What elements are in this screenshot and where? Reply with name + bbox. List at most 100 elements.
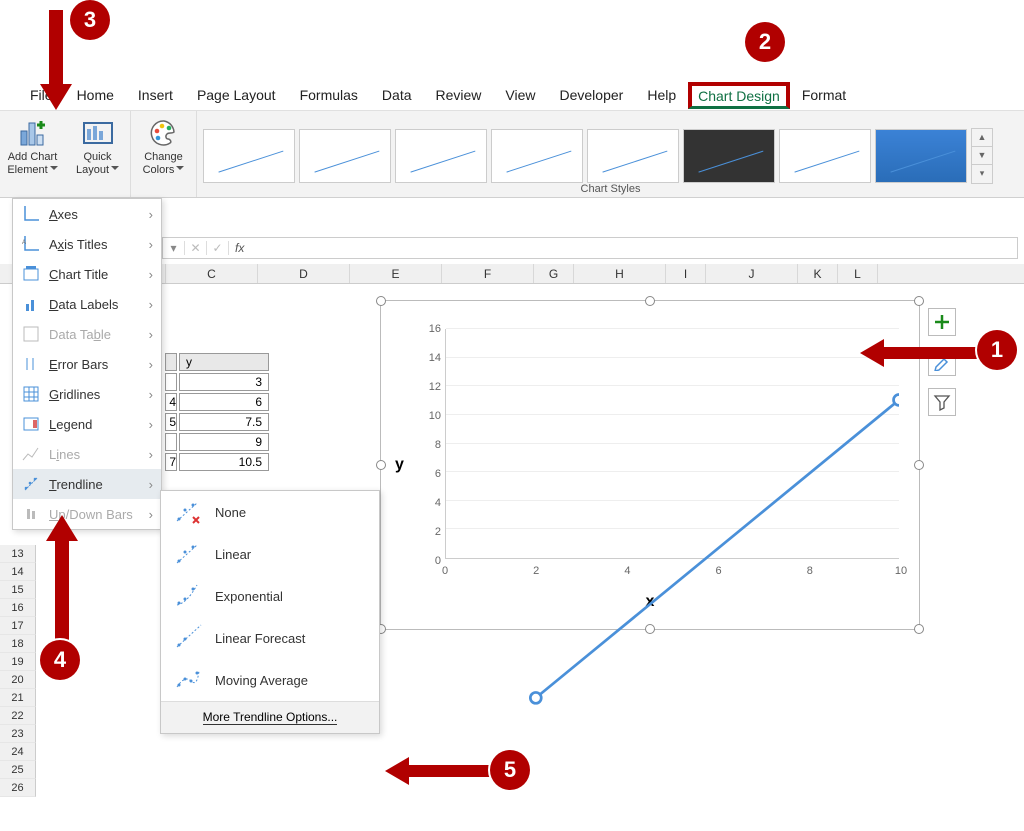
row-num[interactable]: 22 <box>0 707 36 725</box>
chart-style-3[interactable] <box>395 129 487 183</box>
chart-elements-button[interactable] <box>928 308 956 336</box>
row-num[interactable]: 20 <box>0 671 36 689</box>
tab-view[interactable]: View <box>493 81 547 109</box>
tab-help[interactable]: Help <box>635 81 688 109</box>
col-d[interactable]: D <box>258 264 350 283</box>
trendline-none-label: None <box>215 505 246 520</box>
table-cell[interactable]: 4 <box>165 393 177 411</box>
annotation-arrow-5 <box>385 753 495 789</box>
trendline-submenu: None Linear Exponential Linear Forecast … <box>160 490 380 734</box>
chart-style-2[interactable] <box>299 129 391 183</box>
col-k[interactable]: K <box>798 264 838 283</box>
menu-chart-title[interactable]: Chart Title› <box>13 259 161 289</box>
menu-legend[interactable]: Legend› <box>13 409 161 439</box>
trendline-linear-forecast[interactable]: Linear Forecast <box>161 617 379 659</box>
chart-series[interactable] <box>445 329 899 783</box>
row-num[interactable]: 18 <box>0 635 36 653</box>
col-h[interactable]: H <box>574 264 666 283</box>
data-labels-icon <box>21 294 41 314</box>
tab-page-layout[interactable]: Page Layout <box>185 81 288 109</box>
menu-lines: Lines› <box>13 439 161 469</box>
quick-layout-button[interactable]: QuickLayout <box>65 111 130 197</box>
trendline-linear[interactable]: Linear <box>161 533 379 575</box>
row-num[interactable]: 26 <box>0 779 36 797</box>
bar-chart-plus-icon <box>17 117 49 149</box>
fx-label: fx <box>229 241 250 255</box>
chart-styles-pager[interactable]: ▲▼▾ <box>971 128 993 184</box>
col-g[interactable]: G <box>534 264 574 283</box>
trendline-linear-icon <box>173 539 203 569</box>
tab-chart-design[interactable]: Chart Design <box>688 82 790 109</box>
col-l[interactable]: L <box>838 264 878 283</box>
row-num[interactable]: 14 <box>0 563 36 581</box>
menu-gridlines[interactable]: Gridlines› <box>13 379 161 409</box>
col-j[interactable]: J <box>706 264 798 283</box>
menu-axis-titles[interactable]: AAxis Titles› <box>13 229 161 259</box>
menu-axes[interactable]: Axes› <box>13 199 161 229</box>
menu-up-down-bars: Up/Down Bars› <box>13 499 161 529</box>
chart-filter-button[interactable] <box>928 388 956 416</box>
row-num[interactable]: 16 <box>0 599 36 617</box>
annotation-marker-1: 1 <box>977 330 1017 370</box>
chart-style-1[interactable] <box>203 129 295 183</box>
row-num[interactable]: 15 <box>0 581 36 599</box>
tab-review[interactable]: Review <box>424 81 494 109</box>
row-num[interactable]: 13 <box>0 545 36 563</box>
tab-format[interactable]: Format <box>790 81 858 109</box>
col-f[interactable]: F <box>442 264 534 283</box>
table-cell[interactable]: 3 <box>179 373 269 391</box>
row-num[interactable]: 23 <box>0 725 36 743</box>
row-num[interactable]: 19 <box>0 653 36 671</box>
row-num[interactable]: 24 <box>0 743 36 761</box>
table-cell[interactable]: 6 <box>179 393 269 411</box>
chart-styles-gallery[interactable]: ▲▼▾ Chart Styles <box>197 111 1024 197</box>
table-cell[interactable] <box>165 433 177 451</box>
col-e[interactable]: E <box>350 264 442 283</box>
tab-developer[interactable]: Developer <box>548 81 636 109</box>
table-header: y <box>179 353 269 371</box>
menu-data-labels[interactable]: Data Labels› <box>13 289 161 319</box>
tab-insert[interactable]: Insert <box>126 81 185 109</box>
row-num[interactable]: 25 <box>0 761 36 779</box>
chart-style-6[interactable] <box>683 129 775 183</box>
annotation-arrow-1 <box>860 335 980 371</box>
formula-accept-icon[interactable]: ✓ <box>207 241 229 255</box>
trendline-none[interactable]: None <box>161 491 379 533</box>
table-cell[interactable]: 7 <box>165 453 177 471</box>
more-trendline-options[interactable]: More Trendline Options... <box>161 701 379 733</box>
quick-layout-label: QuickLayout <box>76 151 119 177</box>
chart-title-icon <box>21 264 41 284</box>
tab-data[interactable]: Data <box>370 81 424 109</box>
add-chart-element-button[interactable]: Add ChartElement <box>0 111 65 197</box>
trendline-moving-average[interactable]: Moving Average <box>161 659 379 701</box>
embedded-chart[interactable]: y x 0 2 4 6 8 10 12 14 16 0 2 4 6 8 10 <box>380 300 920 630</box>
y-tick: 6 <box>435 468 441 480</box>
chart-style-5[interactable] <box>587 129 679 183</box>
tab-formulas[interactable]: Formulas <box>288 81 370 109</box>
trendline-linear-label: Linear <box>215 547 251 562</box>
menu-error-bars[interactable]: Error Bars› <box>13 349 161 379</box>
table-cell[interactable] <box>165 373 177 391</box>
formula-cancel-icon[interactable]: ✕ <box>185 241 207 255</box>
annotation-marker-4: 4 <box>40 640 80 680</box>
formula-bar[interactable]: ▾ ✕ ✓ fx <box>162 237 1018 259</box>
col-i[interactable]: I <box>666 264 706 283</box>
chart-style-7[interactable] <box>779 129 871 183</box>
trendline-exponential[interactable]: Exponential <box>161 575 379 617</box>
row-num[interactable]: 17 <box>0 617 36 635</box>
table-cell[interactable]: 5 <box>165 413 177 431</box>
trendline-moving-avg-label: Moving Average <box>215 673 308 688</box>
chart-style-4[interactable] <box>491 129 583 183</box>
formula-dropdown-icon[interactable]: ▾ <box>163 241 185 255</box>
change-colors-button[interactable]: ChangeColors <box>131 111 196 197</box>
menu-trendline[interactable]: Trendline› <box>13 469 161 499</box>
table-cell[interactable]: 7.5 <box>179 413 269 431</box>
data-table[interactable]: y 3 46 57.5 9 710.5 <box>163 351 271 473</box>
col-c[interactable]: C <box>166 264 258 283</box>
table-cell[interactable]: 10.5 <box>179 453 269 471</box>
row-num[interactable]: 21 <box>0 689 36 707</box>
chart-y-axis-label[interactable]: y <box>395 456 404 474</box>
table-cell[interactable]: 9 <box>179 433 269 451</box>
funnel-icon <box>933 393 951 411</box>
chart-style-8[interactable] <box>875 129 967 183</box>
